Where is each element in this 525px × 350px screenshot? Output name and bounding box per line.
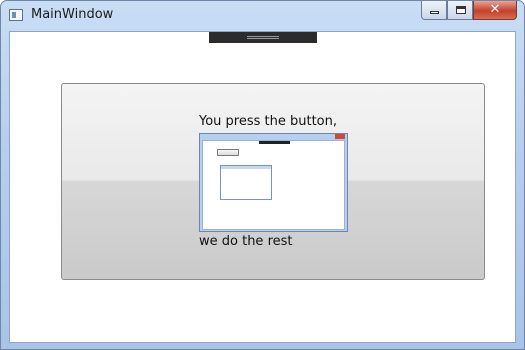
content-panel: You press the button, we do the rest (61, 83, 485, 280)
screenshot-thumbnail (199, 133, 348, 232)
drag-handle[interactable] (209, 32, 317, 43)
maximize-button[interactable] (447, 1, 473, 20)
thumbnail-inner-window (220, 165, 272, 200)
maximize-icon (456, 6, 466, 14)
thumbnail-client (202, 140, 345, 230)
close-button[interactable]: ✕ (473, 1, 517, 20)
title-bar[interactable]: MainWindow ✕ (1, 1, 524, 31)
close-icon: ✕ (489, 2, 501, 17)
main-window: MainWindow ✕ You press the button, we do… (0, 0, 525, 350)
window-title: MainWindow (31, 7, 114, 22)
thumbnail-button (217, 149, 239, 156)
caption-line-1: You press the button, (199, 114, 338, 129)
caption-buttons: ✕ (421, 1, 517, 21)
thumbnail-close-icon (335, 134, 345, 139)
thumbnail-inner-bar (221, 166, 271, 169)
caption-line-2: we do the rest (199, 234, 293, 249)
client-area: You press the button, we do the rest (9, 31, 516, 343)
app-icon[interactable] (9, 9, 23, 21)
thumbnail-handle (259, 141, 290, 144)
minimize-icon (430, 11, 439, 14)
minimize-button[interactable] (421, 1, 447, 20)
